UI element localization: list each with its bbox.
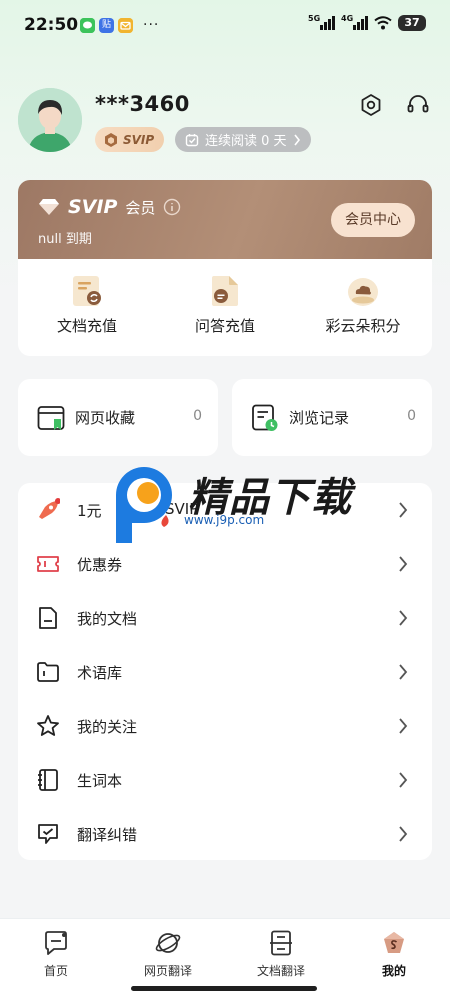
chevron-right-icon xyxy=(399,556,408,572)
cloud-points-icon xyxy=(348,278,378,306)
svip-hex-icon xyxy=(105,132,117,147)
battery-icon: 37 xyxy=(398,15,426,31)
menu-item-glossary[interactable]: 术语库 xyxy=(18,645,432,699)
headset-support-icon[interactable] xyxy=(406,93,430,117)
planet-icon xyxy=(155,933,181,953)
coupon-icon xyxy=(37,556,59,572)
notification-icons: 贴 ··· xyxy=(80,17,159,33)
signal-4g-icon: 4G xyxy=(341,14,368,30)
doc-translate-icon xyxy=(270,930,292,956)
diamond-icon xyxy=(39,199,59,215)
history-count: 0 xyxy=(407,408,416,424)
chevron-right-icon xyxy=(293,134,300,145)
menu-item-vocabulary[interactable]: 生词本 xyxy=(18,753,432,807)
correction-icon xyxy=(38,824,58,844)
bookmark-window-icon xyxy=(37,406,65,430)
watermark-logo-icon xyxy=(116,467,172,543)
web-favorites-card[interactable]: 网页收藏 0 xyxy=(18,379,218,456)
chevron-right-icon xyxy=(399,610,408,626)
system-icons: 5G 4G 37 xyxy=(308,14,426,31)
svip-membership-card: SVIP 会员 null 到期 会员中心 文档充值 问答充值 彩云朵积分 xyxy=(18,180,432,356)
status-bar: 22:50 贴 ··· 5G 4G 37 xyxy=(0,0,450,52)
doc-recharge-button[interactable]: 文档充值 xyxy=(27,275,147,336)
info-icon[interactable] xyxy=(163,198,181,216)
qa-recharge-button[interactable]: 问答充值 xyxy=(165,275,285,336)
calendar-check-icon xyxy=(185,133,199,146)
doc-recharge-icon xyxy=(73,276,101,306)
tab-home[interactable]: 首页 xyxy=(0,919,112,983)
svip-gem-icon xyxy=(384,932,404,953)
svip-actions: 文档充值 问答充值 彩云朵积分 xyxy=(18,259,432,336)
menu-item-following[interactable]: 我的关注 xyxy=(18,699,432,753)
chevron-right-icon xyxy=(399,718,408,734)
reading-streak-badge[interactable]: 连续阅读 0 天 xyxy=(175,127,311,152)
chevron-right-icon xyxy=(399,772,408,788)
paste-notification-icon: 贴 xyxy=(99,17,114,33)
menu-item-translation-correction[interactable]: 翻译纠错 xyxy=(18,807,432,861)
chevron-right-icon xyxy=(399,664,408,680)
chevron-right-icon xyxy=(399,826,408,842)
favorites-count: 0 xyxy=(193,408,202,424)
mail-notification-icon xyxy=(118,17,133,33)
reading-streak-label: 连续阅读 0 天 xyxy=(205,134,287,149)
cloud-points-button[interactable]: 彩云朵积分 xyxy=(303,275,423,336)
qa-recharge-icon xyxy=(212,276,238,306)
tab-doc-translate[interactable]: 文档翻译 xyxy=(225,919,337,983)
home-chat-icon xyxy=(45,931,67,955)
svip-title: SVIP 会员 xyxy=(38,196,181,218)
signal-5g-icon: 5G xyxy=(308,14,335,30)
watermark: 精品下载 www.j9p.com xyxy=(108,455,358,551)
home-indicator[interactable] xyxy=(131,986,317,991)
star-icon xyxy=(37,715,59,736)
notebook-icon xyxy=(38,769,58,791)
member-center-button[interactable]: 会员中心 xyxy=(331,203,415,237)
document-icon xyxy=(39,607,57,629)
settings-icon[interactable] xyxy=(359,93,383,117)
tab-web-translate[interactable]: 网页翻译 xyxy=(112,919,224,983)
tab-me[interactable]: 我的 xyxy=(338,919,450,983)
browse-history-card[interactable]: 浏览记录 0 xyxy=(232,379,432,456)
svip-expire-date: null 到期 xyxy=(38,232,92,247)
folder-icon xyxy=(37,662,59,682)
chevron-right-icon xyxy=(399,502,408,518)
status-time: 22:50 xyxy=(24,15,79,35)
username: ***3460 xyxy=(95,92,190,116)
avatar[interactable] xyxy=(18,88,82,152)
menu-item-my-documents[interactable]: 我的文档 xyxy=(18,591,432,645)
svip-badge[interactable]: SVIP xyxy=(95,127,165,152)
rocket-icon xyxy=(39,498,60,519)
wifi-icon xyxy=(374,16,392,30)
svip-banner: SVIP 会员 null 到期 会员中心 xyxy=(18,180,432,259)
more-notifications-icon: ··· xyxy=(143,17,160,33)
history-doc-icon xyxy=(252,404,278,431)
messages-notification-icon xyxy=(80,17,95,33)
